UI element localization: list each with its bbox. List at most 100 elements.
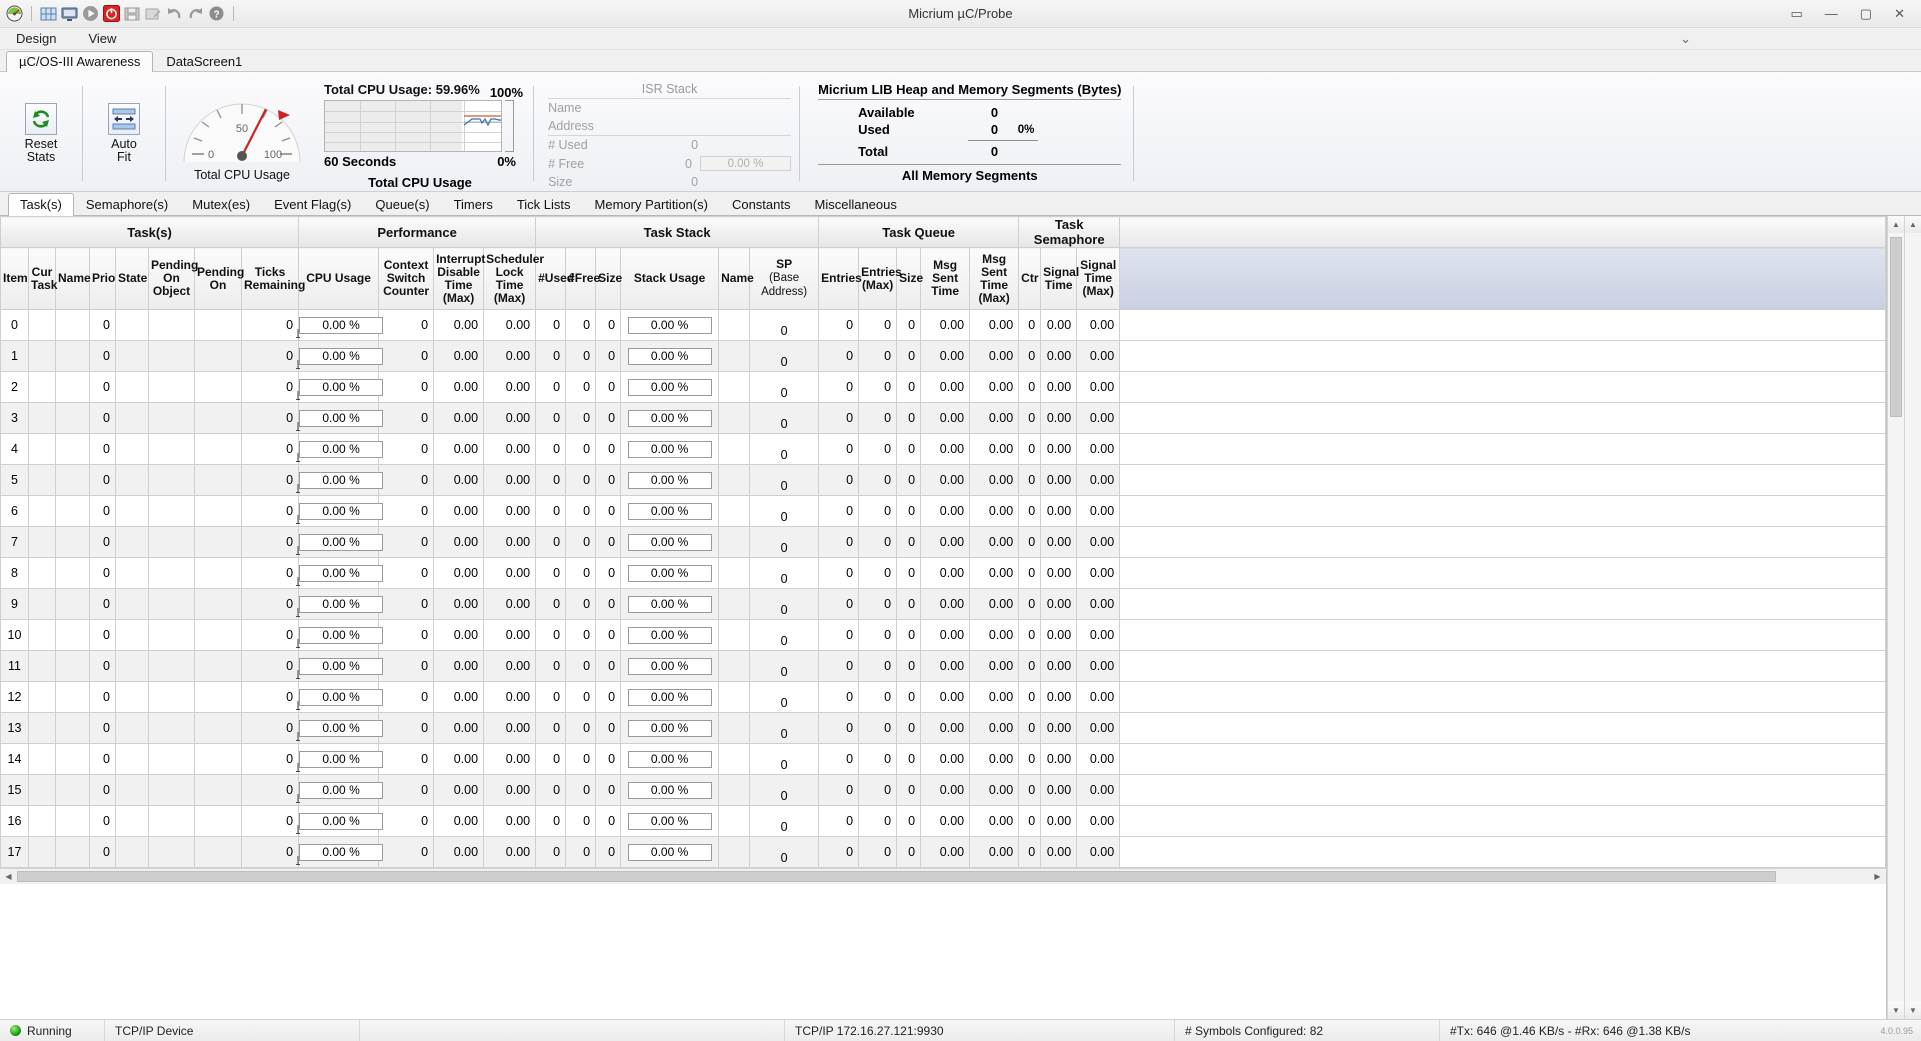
cell-interrupt-disable-time[interactable]: 0.00 — [433, 681, 485, 713]
cell-stack-size[interactable]: 0 — [595, 836, 622, 868]
cell-sp[interactable]: 0 — [749, 402, 820, 434]
cell-name[interactable] — [55, 681, 90, 713]
cell-msg-sent-time-max[interactable]: 0.00 — [969, 588, 1020, 620]
cell-ticks-remaining[interactable]: 0 — [240, 526, 300, 558]
cell-signal-time-max[interactable]: 0.00 — [1076, 526, 1121, 558]
cell-stack-name[interactable] — [718, 650, 751, 682]
cell-cur-task[interactable] — [28, 557, 56, 589]
cell-state[interactable] — [115, 495, 149, 527]
cell-ticks-remaining[interactable]: 0 — [240, 836, 300, 868]
page-scroll-up-arrow[interactable]: ▲ — [1905, 216, 1921, 233]
cell-entries[interactable]: 0 — [818, 712, 860, 744]
cell-free[interactable]: 0 — [565, 495, 597, 527]
tab-semaphores[interactable]: Semaphore(s) — [74, 193, 180, 216]
cell-free[interactable]: 0 — [565, 836, 597, 868]
cell-pending-on[interactable] — [194, 309, 242, 341]
table-row[interactable]: 7 0 0 0.00 % 0 0.00 0.00 0 0 0 0.00 % 0 0 0 0 0.00 0.00 0… — [0, 526, 1886, 558]
cell-msg-sent-time-max[interactable]: 0.00 — [969, 836, 1020, 868]
cell-queue-size[interactable]: 0 — [896, 433, 922, 465]
cell-cur-task[interactable] — [28, 433, 56, 465]
cell-cpu-usage[interactable]: 0.00 % — [296, 371, 384, 403]
cell-entries[interactable]: 0 — [818, 526, 860, 558]
cell-scheduler-lock-time[interactable]: 0.00 — [483, 712, 537, 744]
cell-stack-name[interactable] — [718, 526, 751, 558]
cell-cpu-usage[interactable]: 0.00 % — [296, 526, 384, 558]
cell-msg-sent-time-max[interactable]: 0.00 — [969, 557, 1020, 589]
cell-cur-task[interactable] — [28, 650, 56, 682]
cell-msg-sent-time[interactable]: 0.00 — [920, 309, 971, 341]
table-row[interactable]: 8 0 0 0.00 % 0 0.00 0.00 0 0 0 0.00 % 0 0 0 0 0.00 0.00 0… — [0, 557, 1886, 589]
cell-used[interactable]: 0 — [535, 340, 567, 372]
hscroll-thumb[interactable] — [17, 871, 1777, 882]
cell-entries[interactable]: 0 — [818, 495, 860, 527]
cell-context-switch-counter[interactable]: 0 — [378, 836, 435, 868]
cell-sp[interactable]: 0 — [749, 681, 820, 713]
cell-prio[interactable]: 0 — [89, 495, 116, 527]
cell-msg-sent-time[interactable]: 0.00 — [920, 712, 971, 744]
cell-cpu-usage[interactable]: 0.00 % — [296, 619, 384, 651]
cell-item[interactable]: 14 — [0, 743, 29, 775]
minimize-button[interactable]: — — [1825, 6, 1838, 21]
table-row[interactable]: 0 0 0 0.00 % 0 0.00 0.00 0 0 0 0.00 % 0 0 0 0 0.00 0.00 0… — [0, 309, 1886, 341]
col-signal-time[interactable]: Signal Time — [1040, 247, 1079, 310]
cell-entries[interactable]: 0 — [818, 619, 860, 651]
cell-state[interactable] — [115, 681, 149, 713]
cell-signal-time[interactable]: 0.00 — [1040, 433, 1078, 465]
cell-used[interactable]: 0 — [535, 371, 567, 403]
cell-stack-name[interactable] — [718, 402, 751, 434]
cell-context-switch-counter[interactable]: 0 — [378, 464, 435, 496]
cell-stack-name[interactable] — [718, 805, 751, 837]
cell-name[interactable] — [55, 495, 90, 527]
cell-context-switch-counter[interactable]: 0 — [378, 805, 435, 837]
cell-stack-name[interactable] — [718, 774, 751, 806]
cell-prio[interactable]: 0 — [89, 309, 116, 341]
cell-queue-size[interactable]: 0 — [896, 526, 922, 558]
cell-name[interactable] — [55, 805, 90, 837]
cell-free[interactable]: 0 — [565, 309, 597, 341]
cell-entries[interactable]: 0 — [818, 681, 860, 713]
cell-name[interactable] — [55, 526, 90, 558]
cell-msg-sent-time-max[interactable]: 0.00 — [969, 681, 1020, 713]
cell-prio[interactable]: 0 — [89, 619, 116, 651]
cell-stack-usage[interactable]: 0.00 % — [620, 743, 720, 775]
cell-stack-usage[interactable]: 0.00 % — [620, 774, 720, 806]
cell-stack-size[interactable]: 0 — [595, 774, 622, 806]
cell-used[interactable]: 0 — [535, 774, 567, 806]
cell-name[interactable] — [55, 836, 90, 868]
cell-entries[interactable]: 0 — [818, 743, 860, 775]
cell-signal-time[interactable]: 0.00 — [1040, 650, 1078, 682]
cell-msg-sent-time[interactable]: 0.00 — [920, 774, 971, 806]
cell-entries[interactable]: 0 — [818, 340, 860, 372]
cell-msg-sent-time-max[interactable]: 0.00 — [969, 743, 1020, 775]
horizontal-scrollbar[interactable]: ◀ ▶ — [0, 868, 1886, 884]
cell-state[interactable] — [115, 433, 149, 465]
cell-msg-sent-time-max[interactable]: 0.00 — [969, 464, 1020, 496]
cell-cpu-usage[interactable]: 0.00 % — [296, 836, 384, 868]
cell-pending-on[interactable] — [194, 433, 242, 465]
cell-ticks-remaining[interactable]: 0 — [240, 712, 300, 744]
cell-item[interactable]: 3 — [0, 402, 29, 434]
cell-ctr[interactable]: 0 — [1018, 371, 1042, 403]
cell-pending-on-object[interactable] — [148, 340, 195, 372]
cell-ticks-remaining[interactable]: 0 — [240, 402, 300, 434]
cell-state[interactable] — [115, 309, 149, 341]
cell-stack-name[interactable] — [718, 371, 751, 403]
cell-signal-time-max[interactable]: 0.00 — [1076, 557, 1121, 589]
cell-signal-time-max[interactable]: 0.00 — [1076, 402, 1121, 434]
cell-signal-time-max[interactable]: 0.00 — [1076, 495, 1121, 527]
cell-stack-usage[interactable]: 0.00 % — [620, 650, 720, 682]
cell-pending-on[interactable] — [194, 464, 242, 496]
cell-signal-time-max[interactable]: 0.00 — [1076, 433, 1121, 465]
cell-used[interactable]: 0 — [535, 681, 567, 713]
cell-ctr[interactable]: 0 — [1018, 743, 1042, 775]
cell-context-switch-counter[interactable]: 0 — [378, 619, 435, 651]
cell-scheduler-lock-time[interactable]: 0.00 — [483, 495, 537, 527]
cell-prio[interactable]: 0 — [89, 557, 116, 589]
cell-entries-max[interactable]: 0 — [858, 805, 898, 837]
cell-msg-sent-time[interactable]: 0.00 — [920, 681, 971, 713]
cell-queue-size[interactable]: 0 — [896, 681, 922, 713]
cell-interrupt-disable-time[interactable]: 0.00 — [433, 433, 485, 465]
cell-free[interactable]: 0 — [565, 464, 597, 496]
cell-ticks-remaining[interactable]: 0 — [240, 681, 300, 713]
cell-name[interactable] — [55, 774, 90, 806]
